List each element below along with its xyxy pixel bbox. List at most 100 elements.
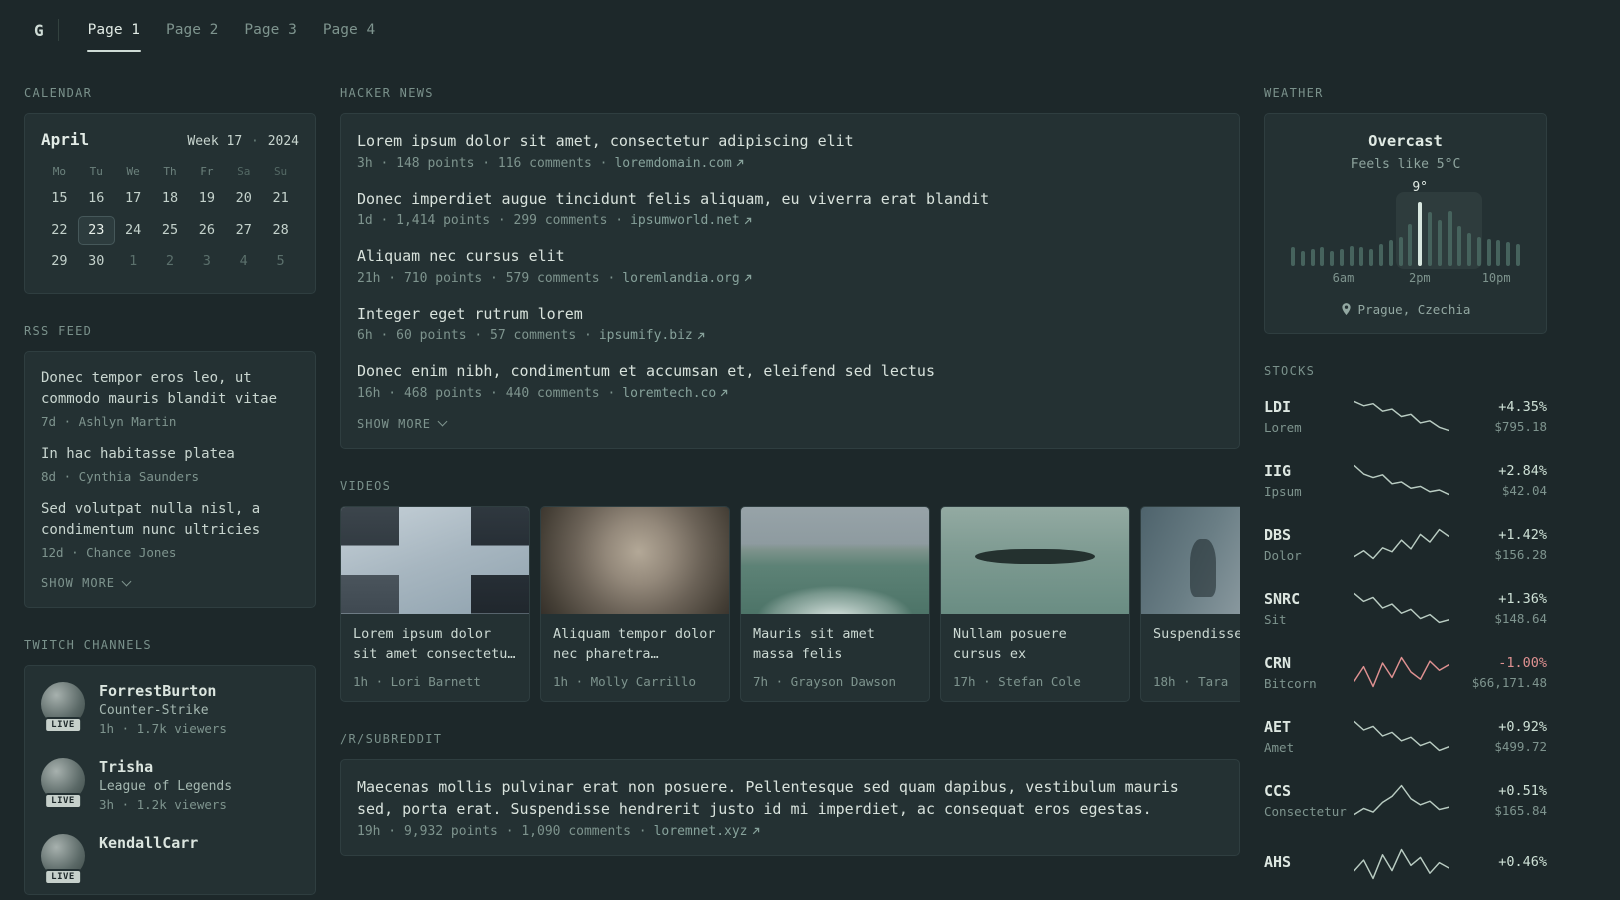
calendar-day-header: Sa — [237, 165, 251, 178]
videos-row: Lorem ipsum dolor sit amet consectetu… 1… — [340, 505, 1240, 702]
stock-row[interactable]: AET Amet +0.92% $499.72 — [1264, 711, 1547, 761]
channel-name[interactable]: Trisha — [99, 758, 232, 776]
stock-change: +2.84% — [1498, 462, 1547, 479]
channel-name[interactable]: KendallCarr — [99, 834, 198, 852]
hackernews-item-domain[interactable]: loremtech.co — [622, 386, 728, 401]
channel-name[interactable]: ForrestBurton — [99, 682, 227, 700]
hackernews-item-domain[interactable]: ipsumify.biz — [599, 328, 705, 343]
stock-row[interactable]: CRN Bitcorn -1.00% $66,171.48 — [1264, 647, 1547, 697]
hackernews-item-meta: 6h · 60 points · 57 comments · ipsumify.… — [357, 328, 1223, 343]
hackernews-item-title[interactable]: Donec imperdiet augue tincidunt felis al… — [357, 188, 1223, 211]
calendar-month: April — [41, 130, 90, 149]
weather-time-labels: 6am 2pm 10pm — [1332, 271, 1511, 285]
stock-sparkline — [1354, 656, 1450, 688]
week-label: Week — [187, 134, 219, 149]
stock-sparkline-wrap — [1354, 654, 1450, 690]
chevron-down-icon — [437, 416, 448, 427]
external-link-icon — [720, 389, 728, 397]
show-more-label: SHOW MORE — [357, 416, 432, 431]
videos-widget: VIDEOS Lorem ipsum dolor sit amet consec… — [340, 479, 1240, 702]
calendar-day-header: Mo — [52, 165, 67, 178]
subreddit-post: Maecenas mollis pulvinar erat non posuer… — [357, 776, 1223, 839]
hackernews-show-more-button[interactable]: SHOW MORE — [357, 416, 448, 431]
calendar-widget: CALENDAR April Week 17 · 2024 Mo Tu We Th Fr… — [24, 86, 316, 294]
stock-identity: SNRC Sit — [1264, 590, 1354, 627]
rss-item-title[interactable]: In hac habitasse platea — [41, 444, 299, 466]
hackernews-item-stats: 3h · 148 points · 116 comments · — [357, 155, 608, 171]
external-link-icon — [752, 827, 759, 835]
stock-change: +1.42% — [1498, 526, 1547, 543]
weather-section-title: WEATHER — [1264, 86, 1324, 100]
twitch-channel-row[interactable]: LIVE KendallCarr — [41, 834, 299, 886]
stock-row[interactable]: CCS Consectetur +0.51% $165.84 — [1264, 775, 1547, 825]
stock-numbers: +2.84% $42.04 — [1449, 463, 1547, 498]
video-card[interactable]: Aliquam tempor dolor nec pharetra… 1h · … — [540, 505, 730, 702]
rss-list: Donec tempor eros leo, ut commodo mauris… — [41, 368, 299, 560]
hackernews-item-title[interactable]: Donec enim nibh, condimentum et accumsan… — [357, 360, 1223, 383]
separator-dot: · — [251, 134, 259, 149]
video-card[interactable]: Suspendisse diam 18h · Tara — [1140, 505, 1240, 702]
weather-card: Overcast Feels like 5°C 9° 6am 2pm 10pm Pr… — [1264, 113, 1547, 334]
video-card[interactable]: Nullam posuere cursus ex 17h · Stefan Co… — [940, 505, 1130, 702]
stock-price: $42.04 — [1501, 482, 1547, 498]
stock-symbol: DBS — [1264, 525, 1292, 544]
channel-game: Counter-Strike — [99, 703, 209, 719]
avatar: LIVE — [41, 758, 85, 810]
rss-item-title[interactable]: Donec tempor eros leo, ut commodo mauris… — [41, 368, 299, 411]
twitch-channel-row[interactable]: LIVE ForrestBurton Counter-Strike 1h · 1… — [41, 682, 299, 736]
video-meta: 17h · Stefan Cole — [953, 673, 1081, 689]
weather-location: Prague, Czechia — [1281, 302, 1530, 317]
stock-identity: AHS — [1264, 853, 1354, 875]
live-badge: LIVE — [44, 793, 82, 810]
show-more-label: SHOW MORE — [41, 576, 116, 591]
right-column: WEATHER Overcast Feels like 5°C 9° 6am 2p… — [1264, 86, 1547, 900]
stock-numbers: +0.51% $165.84 — [1449, 783, 1547, 818]
weather-location-label: Prague, Czechia — [1357, 302, 1471, 317]
left-column: CALENDAR April Week 17 · 2024 Mo Tu We Th Fr… — [24, 86, 316, 900]
stock-identity: IIG Ipsum — [1264, 462, 1354, 499]
video-card[interactable]: Mauris sit amet massa felis 7h · Grayson… — [740, 505, 930, 702]
stock-name: Sit — [1264, 611, 1287, 627]
hackernews-item: Aliquam nec cursus elit 21h · 710 points… — [357, 245, 1223, 286]
page-tab[interactable]: Page 3 — [231, 0, 309, 60]
page-tab[interactable]: Page 1 — [75, 0, 153, 60]
stocks-section-title: STOCKS — [1264, 364, 1316, 378]
calendar-day: 20 — [235, 190, 252, 206]
calendar-day-headers: Mo Tu We Th Fr Sa Su — [41, 162, 299, 184]
stock-row[interactable]: SNRC Sit +1.36% $148.64 — [1264, 583, 1547, 633]
calendar-day: 16 — [88, 190, 105, 206]
calendar-day: 4 — [239, 253, 248, 270]
stock-row[interactable]: DBS Dolor +1.42% $156.28 — [1264, 519, 1547, 569]
video-thumbnail — [341, 506, 529, 614]
hackernews-item-title[interactable]: Integer eget rutrum lorem — [357, 303, 1223, 326]
video-card[interactable]: Lorem ipsum dolor sit amet consectetu… 1… — [340, 505, 530, 702]
stock-row[interactable]: AHS +0.46% — [1264, 839, 1547, 889]
weather-feels-like: Feels like 5°C — [1350, 157, 1461, 172]
video-thumbnail — [741, 506, 929, 614]
center-column: HACKER NEWS Lorem ipsum dolor sit amet, … — [340, 86, 1240, 886]
stock-identity: LDI Lorem — [1264, 398, 1354, 435]
page-tab[interactable]: Page 4 — [310, 0, 388, 60]
stock-price: $795.18 — [1494, 418, 1547, 434]
calendar-day-header: We — [126, 165, 140, 178]
calendar-day-header: Th — [163, 165, 177, 178]
stock-row[interactable]: IIG Ipsum +2.84% $42.04 — [1264, 455, 1547, 505]
logo-separator — [57, 19, 59, 41]
subreddit-post-title[interactable]: Maecenas mollis pulvinar erat non posuer… — [357, 776, 1223, 821]
subreddit-post-domain[interactable]: loremnet.xyz — [654, 824, 760, 839]
hackernews-item-domain[interactable]: loremlandia.org — [622, 271, 751, 286]
rss-item-title[interactable]: Sed volutpat nulla nisl, a condimentum n… — [41, 499, 299, 542]
rss-item: In hac habitasse platea 8d · Cynthia Sau… — [41, 444, 299, 484]
hackernews-item-title[interactable]: Aliquam nec cursus elit — [357, 245, 1223, 268]
page-tab[interactable]: Page 2 — [153, 0, 231, 60]
stock-identity: CCS Consectetur — [1264, 782, 1354, 819]
stock-sparkline — [1354, 720, 1450, 752]
twitch-channel-row[interactable]: LIVE Trisha League of Legends 3h · 1.2k … — [41, 758, 299, 812]
hackernews-item-domain[interactable]: ipsumworld.net — [630, 213, 752, 228]
calendar-day: 21 — [272, 190, 289, 206]
hackernews-item-domain[interactable]: loremdomain.com — [614, 156, 744, 171]
rss-show-more-button[interactable]: SHOW MORE — [41, 576, 132, 591]
stock-row[interactable]: LDI Lorem +4.35% $795.18 — [1264, 391, 1547, 441]
video-meta: 1h · Molly Carrillo — [553, 673, 696, 689]
hackernews-item-title[interactable]: Lorem ipsum dolor sit amet, consectetur … — [357, 130, 1223, 153]
